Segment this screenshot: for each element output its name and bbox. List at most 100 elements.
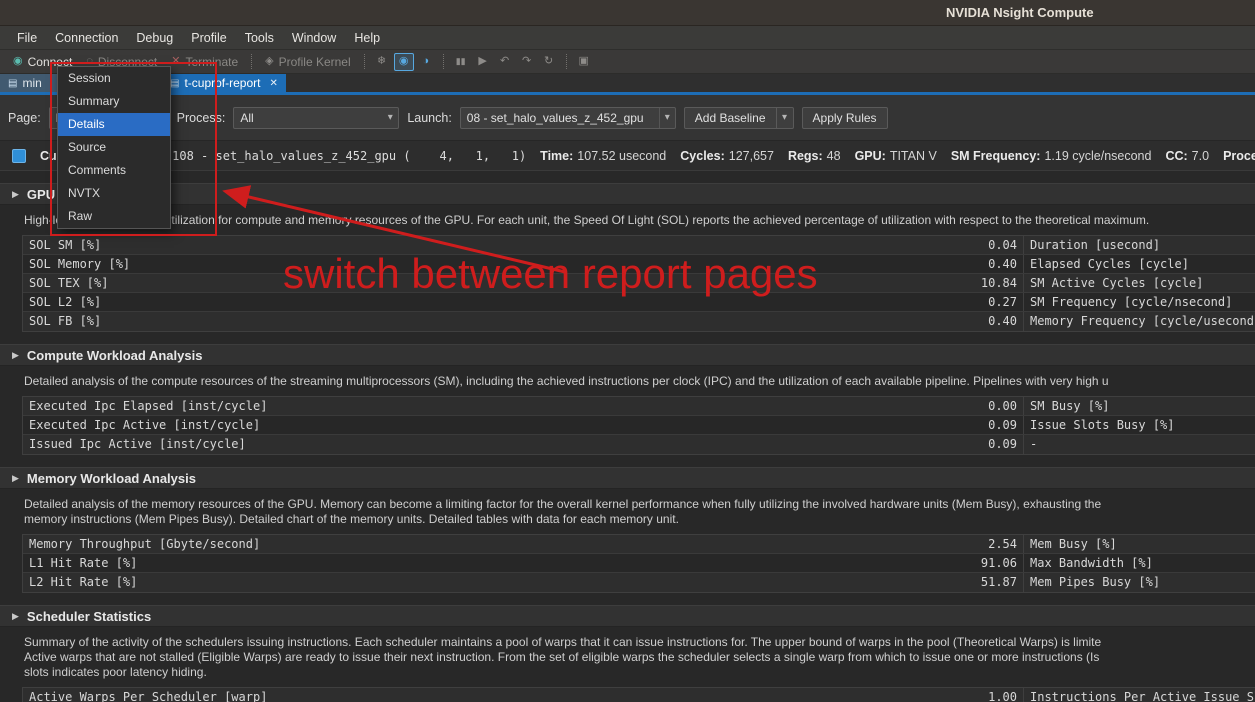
metric-name: Memory Throughput [Gbyte/second]: [23, 535, 903, 553]
freeze-api-button[interactable]: ❄: [372, 53, 392, 71]
menu-file[interactable]: File: [8, 31, 46, 45]
tab-cuprof-report[interactable]: ▤ t-cuprof-report ✕: [162, 74, 286, 92]
cycles-stat: Cycles: 127,657: [680, 149, 774, 163]
auto-profile-icon: ◑: [422, 56, 429, 67]
table-row: SOL L2 [%] 0.27 SM Frequency [cycle/nsec…: [23, 293, 1255, 312]
apply-rules-button[interactable]: Apply Rules: [802, 107, 888, 129]
resume-button[interactable]: ▶: [473, 53, 493, 71]
menu-option-summary[interactable]: Summary: [58, 90, 170, 113]
chevron-down-icon: ▾: [382, 112, 398, 123]
add-baseline-button[interactable]: Add Baseline: [684, 107, 777, 129]
metric-value: 0.40: [903, 312, 1023, 331]
toolbar-separator: [443, 54, 444, 69]
profile-kernel-button[interactable]: ◈ Profile Kernel: [258, 53, 358, 71]
section-title: Memory Workload Analysis: [27, 471, 196, 486]
process-select[interactable]: All ▾: [233, 107, 399, 129]
tab-label: min: [22, 76, 41, 90]
menu-option-source[interactable]: Source: [58, 136, 170, 159]
table-row: L2 Hit Rate [%] 51.87 Mem Pipes Busy [%]: [23, 573, 1255, 592]
page-dropdown-menu: Session Summary Details Source Comments …: [57, 66, 171, 229]
menu-option-details[interactable]: Details: [58, 113, 170, 136]
next-trigger-icon: ▣: [578, 56, 588, 67]
section-header-memory-workload[interactable]: ▶ Memory Workload Analysis: [0, 467, 1255, 489]
metric-value: 0.04: [903, 236, 1023, 254]
metric-name-2: Elapsed Cycles [cycle]: [1023, 255, 1255, 273]
add-baseline-menu-button[interactable]: ▾: [777, 107, 794, 129]
metric-table-sol: SOL SM [%] 0.04 Duration [usecond] SOL M…: [22, 235, 1255, 332]
table-row: L1 Hit Rate [%] 91.06 Max Bandwidth [%]: [23, 554, 1255, 573]
step-back-button[interactable]: ↶: [495, 53, 515, 71]
window-titlebar: NVIDIA Nsight Compute: [0, 0, 1255, 26]
menu-debug[interactable]: Debug: [127, 31, 182, 45]
expand-triangle-icon: ▶: [12, 473, 19, 484]
metric-name-2: Memory Frequency [cycle/usecond]: [1023, 312, 1255, 331]
result-checkbox[interactable]: [12, 149, 26, 163]
menu-window[interactable]: Window: [283, 31, 345, 45]
profile-kernel-icon: ◈: [265, 56, 273, 67]
metric-name: SOL TEX [%]: [23, 274, 903, 292]
menu-profile[interactable]: Profile: [182, 31, 235, 45]
terminate-button[interactable]: ✕ Terminate: [164, 53, 245, 71]
section-description: High-level overview of the utilization f…: [0, 205, 1255, 235]
table-row: SOL SM [%] 0.04 Duration [usecond]: [23, 236, 1255, 255]
page-label: Page:: [8, 111, 41, 125]
section-description: Detailed analysis of the memory resource…: [0, 489, 1255, 534]
pause-button[interactable]: ▮▮: [451, 53, 471, 71]
metric-name-2: SM Busy [%]: [1023, 397, 1255, 415]
pause-icon: ▮▮: [456, 56, 466, 67]
metric-value: 0.09: [903, 435, 1023, 454]
menu-option-raw[interactable]: Raw: [58, 205, 170, 228]
metric-name: L1 Hit Rate [%]: [23, 554, 903, 572]
metric-name: Issued Ipc Active [inst/cycle]: [23, 435, 903, 454]
document-icon: ▤: [8, 78, 17, 89]
menu-option-session[interactable]: Session: [58, 67, 170, 90]
chevron-down-icon: ▾: [659, 108, 675, 128]
auto-profile-button[interactable]: ◑: [416, 53, 436, 71]
menu-option-comments[interactable]: Comments: [58, 159, 170, 182]
step-forward-button[interactable]: ↷: [517, 53, 537, 71]
section-title: Compute Workload Analysis: [27, 348, 203, 363]
metric-value: 51.87: [903, 573, 1023, 592]
cc-stat: CC: 7.0: [1165, 149, 1209, 163]
resume-icon: ▶: [478, 56, 486, 67]
menu-option-nvtx[interactable]: NVTX: [58, 182, 170, 205]
menu-tools[interactable]: Tools: [236, 31, 283, 45]
freeze-api-icon: ❄: [377, 56, 386, 67]
time-stat: Time: 107.52 usecond: [540, 149, 666, 163]
process-label: Process:: [177, 111, 226, 125]
next-trigger-button[interactable]: ▣: [574, 53, 594, 71]
terminate-icon: ✕: [171, 56, 180, 67]
table-row: Memory Throughput [Gbyte/second] 2.54 Me…: [23, 535, 1255, 554]
result-summary-bar: Current 108 - set_halo_values_z_452_gpu …: [0, 141, 1255, 171]
section-title: Scheduler Statistics: [27, 609, 151, 624]
metric-value: 2.54: [903, 535, 1023, 553]
window-title: NVIDIA Nsight Compute: [946, 5, 1094, 20]
api-capture-button[interactable]: ◉: [394, 53, 414, 71]
launch-label: Launch:: [407, 111, 451, 125]
metric-name-2: Max Bandwidth [%]: [1023, 554, 1255, 572]
launch-select[interactable]: 08 - set_halo_values_z_452_gpu ▾: [460, 107, 676, 129]
table-row: Active Warps Per Scheduler [warp] 1.00 I…: [23, 688, 1255, 702]
toolbar: ◉ Connect ◌ Disconnect ✕ Terminate ◈ Pro…: [0, 50, 1255, 74]
table-row: Executed Ipc Elapsed [inst/cycle] 0.00 S…: [23, 397, 1255, 416]
step-out-button[interactable]: ↻: [539, 53, 559, 71]
menu-help[interactable]: Help: [345, 31, 389, 45]
metric-name-2: SM Active Cycles [cycle]: [1023, 274, 1255, 292]
section-header-gpu-speed-of-light[interactable]: ▶ GPU Speed Of Light: [0, 183, 1255, 205]
tab-label: t-cuprof-report: [184, 76, 260, 90]
expand-triangle-icon: ▶: [12, 611, 19, 622]
metric-name: SOL FB [%]: [23, 312, 903, 331]
toolbar-separator: [251, 54, 252, 69]
metric-value: 0.09: [903, 416, 1023, 434]
close-tab-icon[interactable]: ✕: [269, 78, 277, 89]
section-header-scheduler-statistics[interactable]: ▶ Scheduler Statistics: [0, 605, 1255, 627]
metric-name-2: Mem Busy [%]: [1023, 535, 1255, 553]
terminate-label: Terminate: [185, 55, 238, 69]
step-back-icon: ↶: [500, 56, 509, 67]
section-description: Detailed analysis of the compute resourc…: [0, 366, 1255, 396]
launch-select-value: 08 - set_halo_values_z_452_gpu: [461, 111, 659, 125]
section-header-compute-workload[interactable]: ▶ Compute Workload Analysis: [0, 344, 1255, 366]
metric-name-2: SM Frequency [cycle/nsecond]: [1023, 293, 1255, 311]
regs-stat: Regs: 48: [788, 149, 841, 163]
menu-connection[interactable]: Connection: [46, 31, 127, 45]
